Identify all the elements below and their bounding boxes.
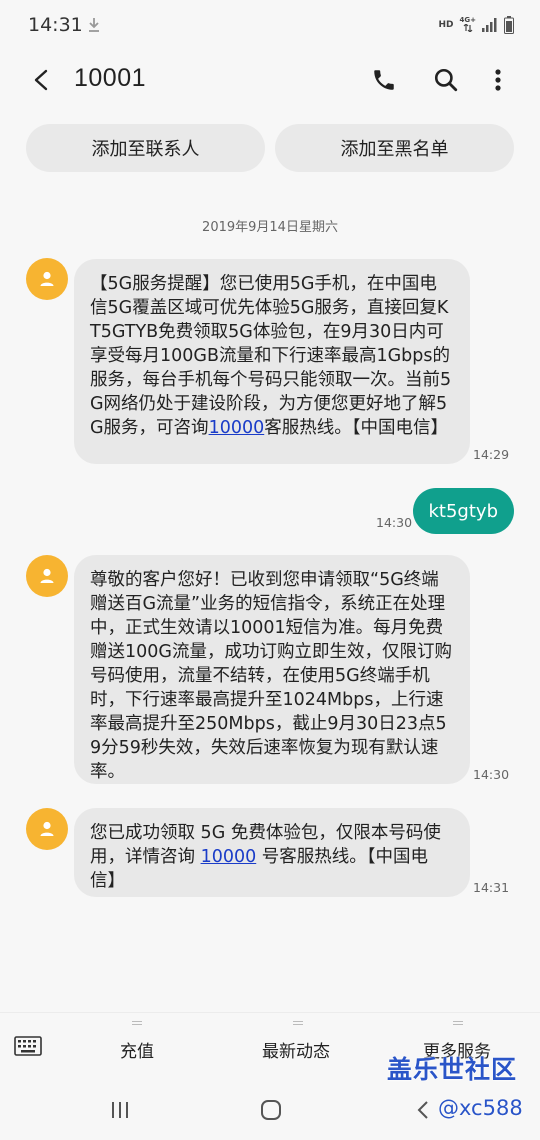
person-icon xyxy=(40,821,54,836)
phone-link[interactable]: 10000 xyxy=(209,418,265,438)
conversation-title: 10001 xyxy=(74,64,147,92)
home-icon xyxy=(261,1100,281,1120)
keyboard-icon[interactable] xyxy=(14,1035,42,1057)
watermark-title: 盖乐世社区 xyxy=(387,1055,518,1084)
message-text: 客服热线。【中国电信】 xyxy=(264,418,448,438)
menu-item-latest-news[interactable]: 最新动态 xyxy=(262,1037,330,1062)
add-to-contacts-button[interactable]: 添加至联系人 xyxy=(26,124,265,172)
avatar[interactable] xyxy=(26,258,68,300)
app-bar: 10001 xyxy=(0,50,540,110)
menu-handle xyxy=(293,1021,303,1025)
avatar[interactable] xyxy=(26,808,68,850)
status-time: 14:31 xyxy=(28,14,83,36)
message-text: kt5gtyb xyxy=(428,500,499,522)
person-icon xyxy=(40,271,54,286)
incoming-message-bubble[interactable]: 尊敬的客户您好！已收到您申请领取“5G终端赠送百G流量”业务的短信指令，系统正在… xyxy=(74,555,470,784)
message-time: 14:29 xyxy=(473,447,510,462)
status-bar: 14:31 HD 4G+ xyxy=(0,0,540,50)
message-time: 14:30 xyxy=(473,767,510,782)
outgoing-message-bubble[interactable]: kt5gtyb xyxy=(412,488,514,534)
avatar[interactable] xyxy=(26,555,68,597)
home-button[interactable] xyxy=(256,1098,286,1122)
more-vert-icon xyxy=(495,69,501,91)
signal-icon xyxy=(482,18,497,32)
message-time: 14:30 xyxy=(376,515,413,530)
incoming-message-bubble[interactable]: 【5G服务提醒】您已使用5G手机，在中国电信5G覆盖区域可优先体验5G服务，直接… xyxy=(74,259,470,464)
message-text: 尊敬的客户您好！已收到您申请领取“5G终端赠送百G流量”业务的短信指令，系统正在… xyxy=(90,570,452,782)
nav-back-button[interactable] xyxy=(408,1098,438,1122)
data-arrows-icon xyxy=(463,23,473,33)
menu-item-recharge[interactable]: 充值 xyxy=(120,1037,154,1062)
recent-apps-icon xyxy=(112,1102,128,1118)
nav-back-icon xyxy=(417,1101,428,1119)
incoming-message-bubble[interactable]: 您已成功领取 5G 免费体验包，仅限本号码使用，详情咨询 10000 号客服热线… xyxy=(74,808,470,897)
menu-handle xyxy=(453,1021,463,1025)
network-type: 4G+ xyxy=(459,16,476,24)
date-separator: 2019年9月14日星期六 xyxy=(202,220,338,235)
person-icon xyxy=(40,568,54,583)
download-icon xyxy=(89,18,99,32)
hd-badge: HD xyxy=(438,20,454,30)
menu-handle xyxy=(132,1021,142,1025)
phone-link[interactable]: 10000 xyxy=(201,847,257,867)
add-to-blacklist-button[interactable]: 添加至黑名单 xyxy=(275,124,514,172)
battery-icon xyxy=(504,16,514,34)
back-button[interactable] xyxy=(24,62,60,98)
more-options-button[interactable] xyxy=(480,62,516,98)
search-icon xyxy=(434,68,458,92)
call-button[interactable] xyxy=(366,62,402,98)
network-badge: 4G+ xyxy=(460,16,476,34)
message-time: 14:31 xyxy=(473,880,510,895)
status-icons: HD 4G+ xyxy=(438,16,514,34)
recent-apps-button[interactable] xyxy=(105,1098,135,1122)
watermark-user: @xc588 xyxy=(438,1096,523,1120)
back-arrow-icon xyxy=(34,69,48,91)
message-text: 【5G服务提醒】您已使用5G手机，在中国电信5G覆盖区域可优先体验5G服务，直接… xyxy=(90,274,452,438)
phone-icon xyxy=(374,70,394,90)
search-button[interactable] xyxy=(428,62,464,98)
